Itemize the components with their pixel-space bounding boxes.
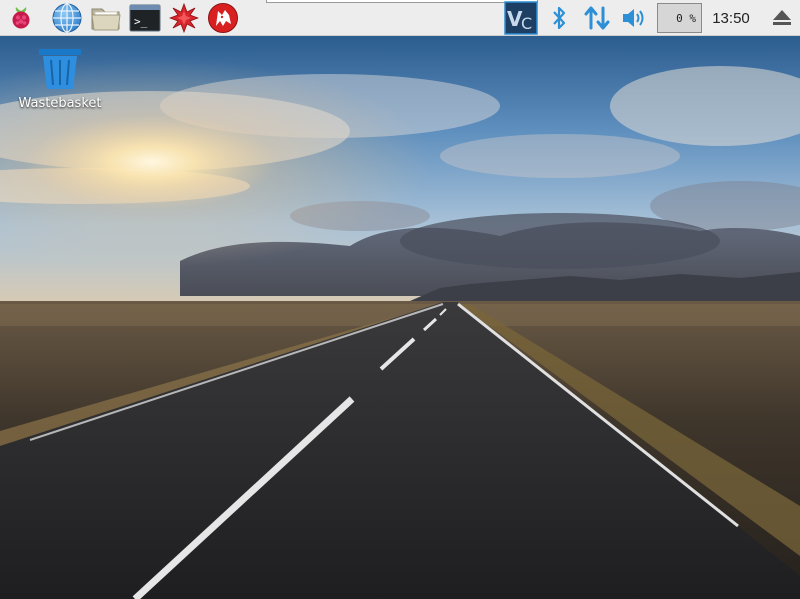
- vnc-icon[interactable]: V C: [503, 1, 539, 35]
- wastebasket-label: Wastebasket: [18, 96, 102, 111]
- mathematica-icon[interactable]: [167, 2, 201, 34]
- eject-icon[interactable]: [766, 2, 798, 34]
- cpu-usage-monitor[interactable]: 0 %: [657, 3, 702, 33]
- road-landscape-wallpaper: [0, 36, 800, 599]
- network-arrows-icon[interactable]: [580, 2, 614, 34]
- wastebasket-icon: [39, 49, 81, 89]
- folder-icon[interactable]: [88, 2, 124, 34]
- volume-icon[interactable]: [618, 2, 650, 34]
- globe-icon[interactable]: [49, 2, 85, 34]
- window-title-strip[interactable]: [266, 0, 538, 3]
- wolfram-icon[interactable]: [206, 2, 240, 34]
- taskbar: >_ V C 0 % 13:50: [0, 0, 800, 36]
- desktop[interactable]: Wastebasket: [0, 36, 800, 599]
- bluetooth-icon[interactable]: [547, 2, 571, 34]
- svg-text:>_: >_: [134, 15, 148, 28]
- wastebasket-desktop-icon[interactable]: Wastebasket: [8, 48, 112, 124]
- raspberry-pi-menu-icon[interactable]: [4, 2, 38, 34]
- terminal-icon[interactable]: >_: [127, 2, 163, 34]
- clock[interactable]: 13:50: [706, 0, 756, 36]
- svg-text:C: C: [521, 14, 532, 33]
